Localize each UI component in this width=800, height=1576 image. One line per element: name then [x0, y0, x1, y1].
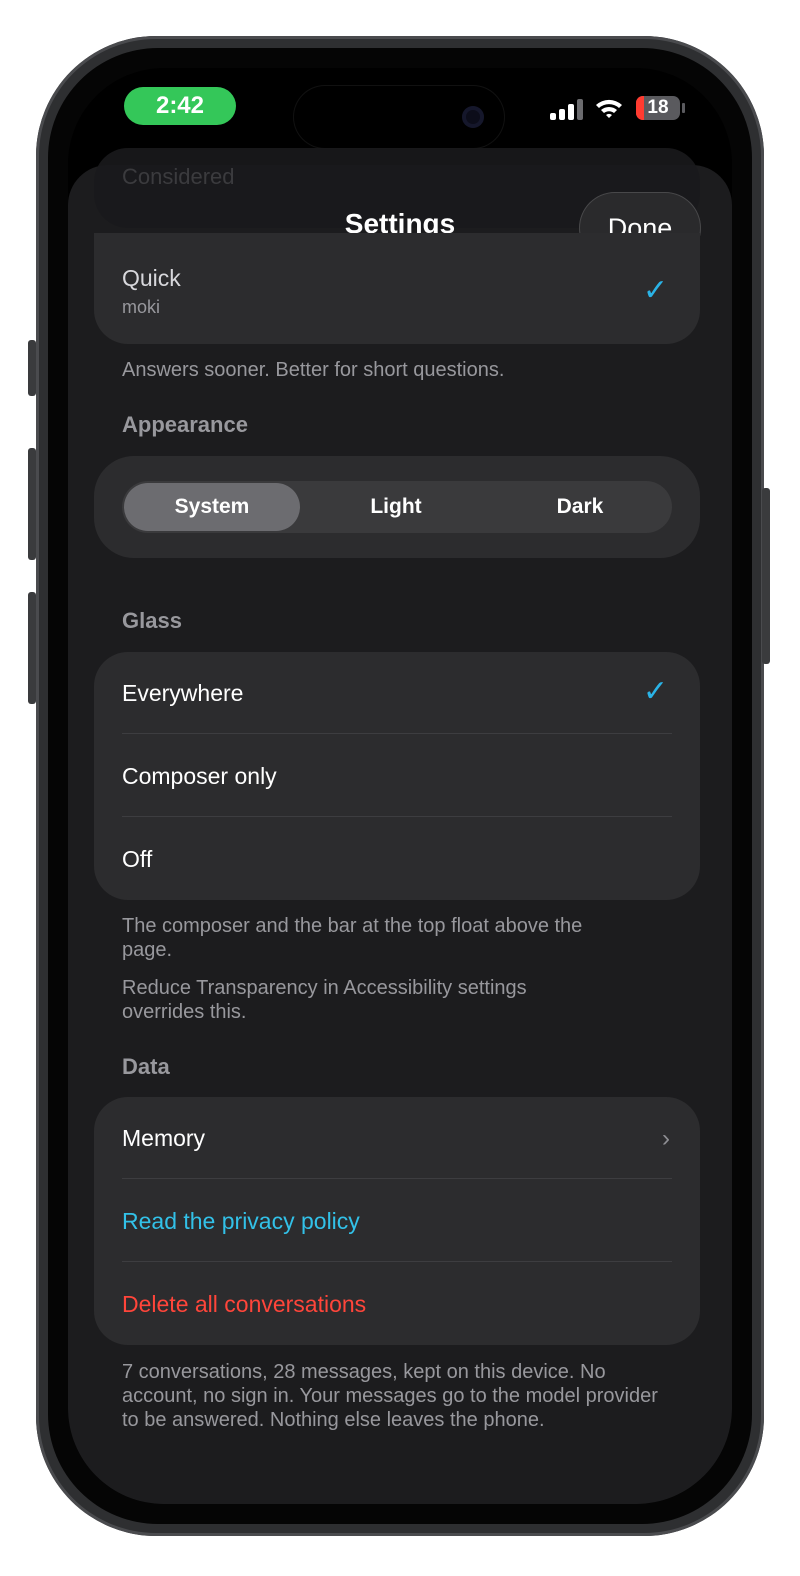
divider	[122, 1261, 672, 1262]
privacy-policy-link[interactable]: Read the privacy policy	[122, 1208, 672, 1235]
model-footnote: Answers sooner. Better for short questio…	[122, 359, 505, 381]
model-option-quick-sub: moki	[122, 297, 161, 317]
glass-footnote-2: Reduce Transparency in Accessibility set…	[122, 977, 527, 1023]
appearance-option-light[interactable]: Light	[304, 481, 488, 533]
appearance-option-dark[interactable]: Dark	[488, 481, 672, 533]
divider	[122, 1178, 672, 1179]
glass-option-off[interactable]: Off	[122, 846, 672, 873]
volume-down-button	[28, 592, 36, 704]
appearance-header: Appearance	[122, 412, 248, 437]
glass-footnote-1: The composer and the bar at the top floa…	[122, 915, 583, 961]
model-option-considered-label: Considered	[122, 164, 235, 189]
action-button	[28, 340, 36, 396]
battery-tip	[682, 103, 685, 113]
wifi-icon	[596, 99, 622, 118]
camera-icon	[462, 106, 484, 128]
glass-header: Glass	[122, 608, 182, 633]
chevron-right-icon: ›	[662, 1125, 670, 1152]
cellular-signal-icon	[550, 98, 586, 120]
appearance-segmented-control: System Light Dark	[94, 456, 700, 558]
battery-icon: 18	[636, 96, 680, 120]
divider	[122, 816, 672, 817]
delete-all-conversations-button[interactable]: Delete all conversations	[122, 1291, 672, 1318]
model-option-quick[interactable]: Quick moki ✓	[94, 233, 700, 344]
model-option-quick-label: Quick	[122, 265, 181, 291]
volume-up-button	[28, 448, 36, 560]
side-button	[762, 488, 770, 664]
appearance-option-system[interactable]: System	[124, 483, 300, 531]
checkmark-icon: ✓	[642, 274, 668, 307]
divider	[122, 733, 672, 734]
dynamic-island	[294, 86, 504, 148]
glass-option-everywhere[interactable]: Everywhere	[122, 680, 672, 707]
checkmark-icon: ✓	[642, 675, 668, 708]
screen: 2:42 18 Considered Settings Done Quick m…	[68, 68, 732, 1504]
data-header: Data	[122, 1054, 170, 1079]
glass-option-composer-only[interactable]: Composer only	[122, 763, 672, 790]
data-options-list: Memory › Read the privacy policy Delete …	[94, 1097, 700, 1345]
status-time: 2:42	[124, 87, 236, 125]
battery-percent: 18	[647, 97, 669, 118]
data-footnote: 7 conversations, 28 messages, kept on th…	[122, 1361, 658, 1431]
memory-row[interactable]: Memory	[122, 1125, 672, 1152]
glass-options-list: Everywhere ✓ Composer only Off	[94, 652, 700, 900]
